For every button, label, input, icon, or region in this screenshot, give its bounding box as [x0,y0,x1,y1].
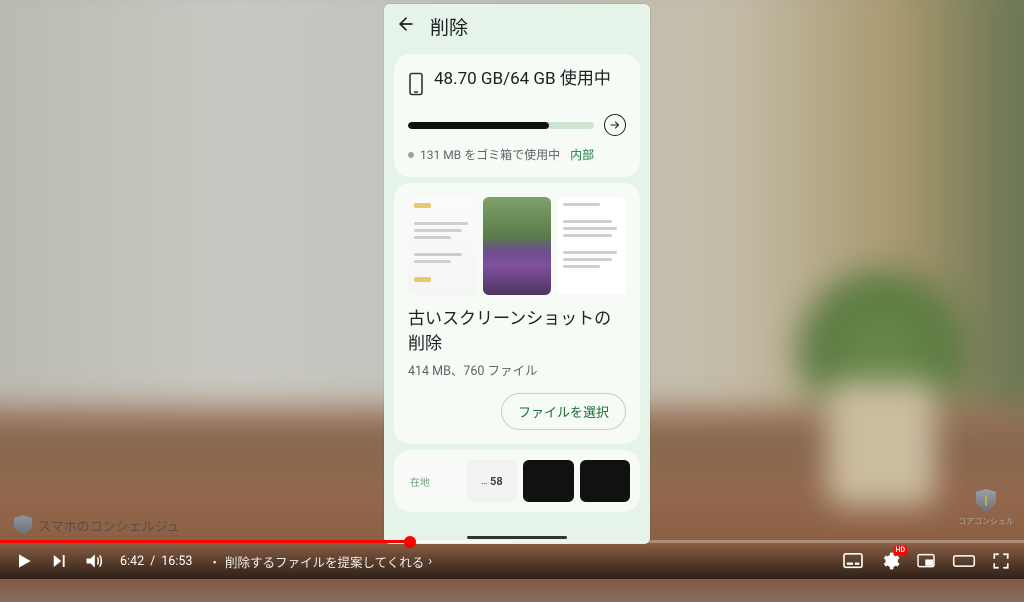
go-to-storage-icon[interactable] [604,114,626,136]
fullscreen-button[interactable] [992,552,1010,570]
chapter-label[interactable]: ・ 削除するファイルを提案してくれる › [208,552,432,571]
bullet-icon [408,152,414,158]
settings-button[interactable]: HD [880,551,900,571]
secondary-card: 在地 … 58 [394,450,640,512]
thumbnail [580,460,631,502]
thumbnail [557,197,626,295]
suggestion-card: 古いスクリーンショットの削除 414 MB、760 ファイル ファイルを選択 [394,183,640,444]
thumbnail: … 58 [467,460,518,502]
thumbnail [408,197,477,295]
hd-badge: HD [894,546,908,555]
brand-label: コアコンシェル [958,516,1014,527]
play-button[interactable] [14,551,34,571]
theater-mode-button[interactable] [952,553,976,569]
next-button[interactable] [50,552,68,570]
duration: 16:53 [161,554,192,569]
video-controls: 6:42 / 16:53 ・ 削除するファイルを提案してくれる › HD [0,543,1024,579]
channel-name: スマホのコンシェルジュ [38,516,180,535]
select-files-button[interactable]: ファイルを選択 [501,393,626,430]
device-icon [408,72,424,100]
back-arrow-icon[interactable] [396,14,416,39]
storage-progressbar [408,122,594,129]
thumbnail [483,197,552,295]
timecode: 6:42 / 16:53 [120,554,192,569]
current-time: 6:42 [120,554,144,569]
screenshot-thumbnails [408,197,626,295]
shield-icon [976,489,996,513]
thumbnail [523,460,574,502]
chevron-right-icon: › [428,554,432,569]
brand-watermark[interactable]: コアコンシェル [958,489,1014,527]
phone-header: 削除 [384,4,650,48]
thumbnail: 在地 [404,460,461,502]
miniplayer-button[interactable] [916,553,936,569]
suggestion-subtitle: 414 MB、760 ファイル [408,360,626,379]
channel-watermark: スマホのコンシェルジュ [14,515,180,535]
trash-internal-link[interactable]: 内部 [570,146,594,163]
chapter-title: 削除するファイルを提案してくれる [225,552,424,571]
trash-usage-text: 131 MB をゴミ箱で使用中 [420,146,560,163]
volume-button[interactable] [84,551,104,571]
suggestion-title: 古いスクリーンショットの削除 [408,307,626,356]
trash-usage-line: 131 MB をゴミ箱で使用中 内部 [408,146,626,163]
storage-card: 48.70 GB/64 GB 使用中 131 MB をゴミ箱で使用中 内部 [394,54,640,177]
phone-screenshot: 削除 48.70 GB/64 GB 使用中 131 MB をゴミ箱で使用中 内部 [384,4,650,544]
shield-icon [14,515,32,535]
storage-usage-text: 48.70 GB/64 GB 使用中 [434,68,626,90]
subtitles-button[interactable] [842,552,864,570]
page-title: 削除 [430,13,468,40]
